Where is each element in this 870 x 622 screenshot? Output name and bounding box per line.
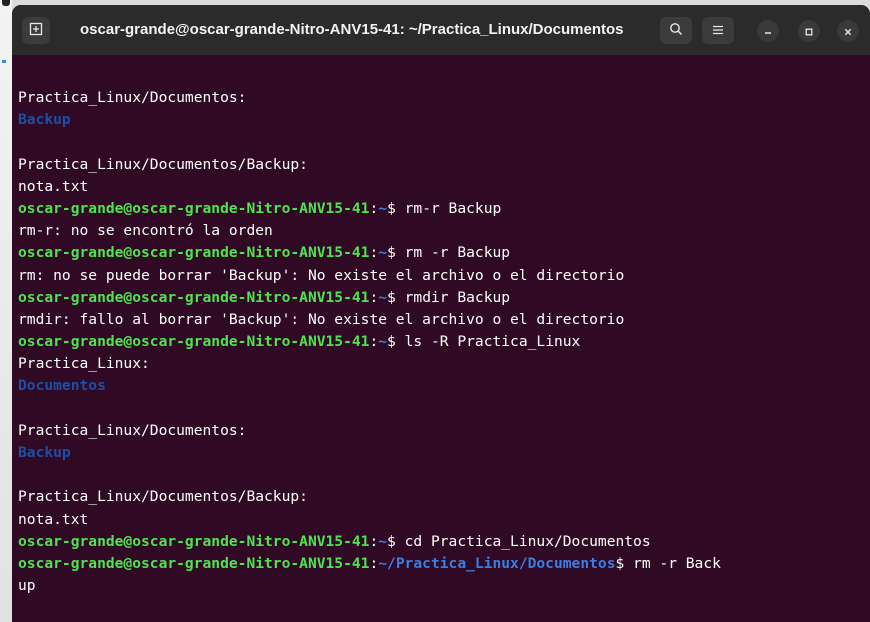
minimize-icon <box>763 22 773 41</box>
terminal-text: : <box>369 554 379 572</box>
prompt-path: ~ <box>378 333 388 351</box>
terminal-line: rm: no se puede borrar 'Backup': No exis… <box>18 265 868 287</box>
close-icon <box>843 22 853 41</box>
maximize-button[interactable] <box>798 20 820 42</box>
terminal-line: Practica_Linux/Documentos/Backup: <box>18 154 868 176</box>
desktop-edge-mark <box>2 0 10 6</box>
new-tab-icon <box>29 21 43 40</box>
prompt-path: ~ <box>378 288 388 306</box>
hamburger-menu-icon <box>712 21 724 40</box>
prompt-user-host: oscar-grande@oscar-grande-Nitro-ANV15-41 <box>18 554 370 572</box>
terminal-text: nota.txt <box>18 177 89 195</box>
terminal-text: Practica_Linux/Documentos: <box>18 421 247 439</box>
terminal-text: rmdir: fallo al borrar 'Backup': No exis… <box>18 310 625 328</box>
terminal-text: Practica_Linux: <box>18 355 150 373</box>
terminal-text: $ cd Practica_Linux/Documentos <box>387 532 651 550</box>
terminal-text: : <box>369 532 379 550</box>
maximize-icon <box>804 22 814 41</box>
directory-name: Documentos <box>18 377 106 395</box>
terminal-line: oscar-grande@oscar-grande-Nitro-ANV15-41… <box>18 242 868 264</box>
terminal-line: Practica_Linux/Documentos: <box>18 87 868 109</box>
terminal-text: up <box>18 577 36 595</box>
prompt-path: ~ <box>378 532 388 550</box>
terminal-line: nota.txt <box>18 509 868 531</box>
terminal-line: nota.txt <box>18 176 868 198</box>
prompt-path: ~/Practica_Linux/Documentos <box>378 554 616 572</box>
terminal-text: Practica_Linux/Documentos/Backup: <box>18 155 308 173</box>
desktop-background-edge <box>0 0 12 622</box>
minimize-button[interactable] <box>757 20 779 42</box>
terminal-text: Practica_Linux/Documentos/Backup: <box>18 488 308 506</box>
directory-name: Backup <box>18 111 71 129</box>
terminal-text: $ rm -r Backup <box>387 244 511 262</box>
terminal-text: $ rm -r Back <box>615 554 721 572</box>
terminal-line: Documentos <box>18 375 868 397</box>
search-icon <box>669 21 683 40</box>
terminal-text: $ rmdir Backup <box>387 288 511 306</box>
terminal-line: rm-r: no se encontró la orden <box>18 220 868 242</box>
title-bar[interactable]: oscar-grande@oscar-grande-Nitro-ANV15-41… <box>12 5 870 56</box>
terminal-line: oscar-grande@oscar-grande-Nitro-ANV15-41… <box>18 287 868 309</box>
window-title: oscar-grande@oscar-grande-Nitro-ANV15-41… <box>80 21 624 38</box>
terminal-line: Backup <box>18 109 868 131</box>
terminal-text: $ rm-r Backup <box>387 199 502 217</box>
desktop-edge-accent <box>2 60 6 63</box>
prompt-user-host: oscar-grande@oscar-grande-Nitro-ANV15-41 <box>18 532 370 550</box>
terminal-line: up <box>18 575 868 597</box>
terminal-text: $ ls -R Practica_Linux <box>387 333 581 351</box>
terminal-text: rm-r: no se encontró la orden <box>18 222 273 240</box>
directory-name: Backup <box>18 444 71 461</box>
prompt-path: ~ <box>378 199 388 217</box>
terminal-text: rm: no se puede borrar 'Backup': No exis… <box>18 266 625 284</box>
terminal-text: Practica_Linux/Documentos: <box>18 89 247 106</box>
prompt-user-host: oscar-grande@oscar-grande-Nitro-ANV15-41 <box>18 244 370 262</box>
terminal-text: nota.txt <box>18 510 89 528</box>
terminal-text: : <box>369 288 379 306</box>
terminal-line: oscar-grande@oscar-grande-Nitro-ANV15-41… <box>18 531 868 553</box>
menu-button[interactable] <box>702 17 734 44</box>
terminal-text: : <box>369 199 379 217</box>
terminal-text: : <box>369 244 379 262</box>
terminal-line: Practica_Linux: <box>18 353 868 375</box>
prompt-user-host: oscar-grande@oscar-grande-Nitro-ANV15-41 <box>18 288 370 306</box>
prompt-path: ~ <box>378 244 388 262</box>
terminal-line: rmdir: fallo al borrar 'Backup': No exis… <box>18 309 868 331</box>
terminal-line: Practica_Linux/Documentos/Backup: <box>18 486 868 508</box>
terminal-line: oscar-grande@oscar-grande-Nitro-ANV15-41… <box>18 553 868 575</box>
new-tab-button[interactable] <box>22 17 50 44</box>
search-button[interactable] <box>660 17 692 44</box>
prompt-user-host: oscar-grande@oscar-grande-Nitro-ANV15-41 <box>18 199 370 217</box>
prompt-user-host: oscar-grande@oscar-grande-Nitro-ANV15-41 <box>18 333 370 351</box>
terminal-line: Practica_Linux/Documentos: <box>18 420 868 442</box>
terminal-line: oscar-grande@oscar-grande-Nitro-ANV15-41… <box>18 331 868 353</box>
close-button[interactable] <box>837 20 859 42</box>
terminal-window: oscar-grande@oscar-grande-Nitro-ANV15-41… <box>12 5 870 622</box>
terminal-line: oscar-grande@oscar-grande-Nitro-ANV15-41… <box>18 198 868 220</box>
terminal-text: : <box>369 333 379 351</box>
terminal-output[interactable]: Practica_Linux/Documentos: Backup Practica… <box>18 87 868 597</box>
terminal-line: Backup <box>18 442 868 464</box>
